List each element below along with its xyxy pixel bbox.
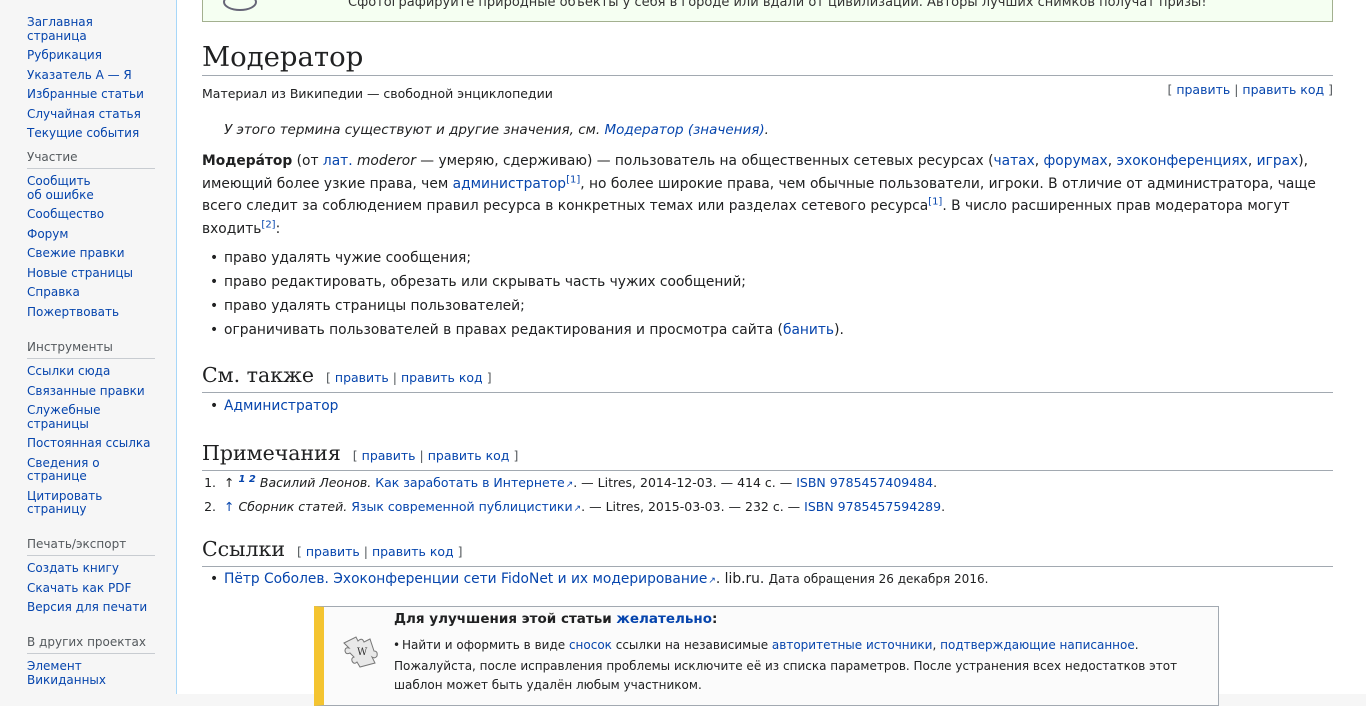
notice-text: Пожалуйста, после исправления проблемы и… bbox=[394, 659, 1178, 692]
list-item: ограничивать пользователей в правах реда… bbox=[202, 318, 844, 342]
edit-source-link[interactable]: править код bbox=[401, 370, 483, 385]
sidebar-item-what-links-here[interactable]: Ссылки сюда bbox=[27, 364, 155, 379]
edit-link[interactable]: править bbox=[1176, 82, 1230, 97]
sidebar-item-report-error[interactable]: Сообщить об ошибке bbox=[27, 174, 107, 202]
list-item: Пётр Соболев. Эхоконференции сети FidoNe… bbox=[202, 569, 988, 591]
site-notice: Сфотографируйте природные объекты у себя… bbox=[202, 0, 1333, 22]
puzzle-icon: W bbox=[343, 636, 378, 668]
administrator-link[interactable]: администратор bbox=[453, 176, 566, 192]
chats-link[interactable]: чатах bbox=[993, 153, 1034, 169]
ref-link[interactable]: [1] bbox=[928, 196, 942, 207]
games-link[interactable]: играх bbox=[1257, 153, 1299, 169]
reference-item: 1. ↑ 1 2 Василий Леонов. Как заработать в… bbox=[202, 472, 945, 496]
external-link[interactable]: Пётр Соболев. Эхоконференции сети FidoNe… bbox=[224, 571, 716, 587]
sidebar-item-featured[interactable]: Избранные статьи bbox=[27, 87, 155, 102]
sidebar-item-wikidata[interactable]: Элемент Викиданных bbox=[27, 659, 107, 687]
section-heading-links: Ссылки[ править | править код ] bbox=[202, 536, 1333, 567]
ref-link[interactable]: [2] bbox=[261, 219, 275, 230]
rights-list: право удалять чужие сообщения; право ред… bbox=[202, 246, 844, 342]
reference-item: 2. ↑ Сборник статей. Язык современной пуб… bbox=[202, 496, 945, 520]
portal-projects: В других проектах Элемент Викиданных bbox=[27, 635, 155, 693]
hatnote: У этого термина существуют и другие знач… bbox=[224, 122, 769, 138]
lead-term: Модера́тор bbox=[202, 153, 293, 169]
edit-source-link[interactable]: править код bbox=[1242, 82, 1324, 97]
portal-heading: Печать/экспорт bbox=[27, 537, 155, 556]
sidebar-item-page-info[interactable]: Сведения о странице bbox=[27, 456, 107, 484]
sidebar-item-main-page[interactable]: Заглавная страница bbox=[27, 15, 155, 43]
edit-source-link[interactable]: править код bbox=[372, 544, 454, 559]
disambiguation-link[interactable]: Модератор (значения) bbox=[604, 122, 764, 138]
external-link[interactable]: Как заработать в Интернете bbox=[375, 475, 573, 490]
svg-text:W: W bbox=[357, 647, 368, 658]
portal-heading: В других проектах bbox=[27, 635, 155, 654]
isbn-link[interactable]: ISBN 9785457594289 bbox=[804, 499, 941, 514]
ban-link[interactable]: банить bbox=[783, 322, 834, 338]
page-title: Модератор bbox=[202, 41, 1333, 76]
title-edit-links: [ править | править код ] bbox=[1167, 82, 1333, 97]
sidebar-item-related-changes[interactable]: Связанные правки bbox=[27, 384, 155, 399]
ref-link[interactable]: [1] bbox=[566, 174, 580, 185]
forums-link[interactable]: форумах bbox=[1044, 153, 1108, 169]
section-heading-notes: Примечания[ править | править код ] bbox=[202, 440, 1333, 471]
section-heading-see-also: См. также[ править | править код ] bbox=[202, 362, 1333, 393]
content: Сфотографируйте природные объекты у себя… bbox=[176, 0, 1366, 706]
sidebar-item-permanent-link[interactable]: Постоянная ссылка bbox=[27, 436, 155, 451]
camera-icon bbox=[223, 0, 257, 11]
sidebar-item-create-book[interactable]: Создать книгу bbox=[27, 561, 155, 576]
lead-paragraph: Модера́тор (от лат. moderor — умеряю, сд… bbox=[202, 153, 1316, 237]
external-link[interactable]: Язык современной публицистики bbox=[351, 499, 581, 514]
list-item: право удалять страницы пользователей; bbox=[202, 294, 844, 318]
sidebar-item-recent-changes[interactable]: Свежие правки bbox=[27, 246, 155, 261]
echoconference-link[interactable]: эхоконференциях bbox=[1117, 153, 1248, 169]
portal-participation: Участие Сообщить об ошибке Сообщество Фо… bbox=[27, 150, 155, 325]
notice-item: Найти и оформить в виде сносок ссылки на… bbox=[393, 638, 1139, 652]
sidebar-item-printable[interactable]: Версия для печати bbox=[27, 600, 155, 615]
notice-title: Для улучшения этой статьи желательно: bbox=[394, 611, 718, 627]
references-list: 1. ↑ 1 2 Василий Леонов. Как заработать в… bbox=[202, 472, 945, 520]
backref-link[interactable]: ↑ bbox=[224, 499, 234, 514]
edit-link[interactable]: править bbox=[335, 370, 389, 385]
improvement-notice: W Для улучшения этой статьи желательно: … bbox=[314, 606, 1219, 706]
portal-heading: Инструменты bbox=[27, 340, 155, 359]
reliable-sources-link[interactable]: авторитетные источники bbox=[772, 638, 933, 652]
edit-link[interactable]: править bbox=[362, 448, 416, 463]
portal-tools: Инструменты Ссылки сюда Связанные правки… bbox=[27, 340, 155, 523]
tagline: Материал из Википедии — свободной энцикл… bbox=[202, 86, 553, 101]
list-item: право удалять чужие сообщения; bbox=[202, 246, 844, 270]
sidebar-item-new-pages[interactable]: Новые страницы bbox=[27, 266, 155, 281]
sidebar-item-forum[interactable]: Форум bbox=[27, 227, 155, 242]
sidebar-item-special-pages[interactable]: Служебные страницы bbox=[27, 403, 107, 431]
verifiability-link[interactable]: подтверждающие написанное bbox=[940, 638, 1135, 652]
sidebar-item-categories[interactable]: Рубрикация bbox=[27, 48, 155, 63]
external-links-list: Пётр Соболев. Эхоконференции сети FidoNe… bbox=[202, 569, 988, 591]
desirable-link[interactable]: желательно bbox=[616, 611, 712, 627]
sidebar-item-community[interactable]: Сообщество bbox=[27, 207, 155, 222]
portal-navigation: Заглавная страница Рубрикация Указатель … bbox=[27, 15, 155, 147]
see-also-link[interactable]: Администратор bbox=[224, 398, 338, 414]
sidebar-item-download-pdf[interactable]: Скачать как PDF bbox=[27, 581, 155, 596]
list-item: Администратор bbox=[202, 396, 338, 416]
sidebar-item-donate[interactable]: Пожертвовать bbox=[27, 305, 155, 320]
sidebar: Заглавная страница Рубрикация Указатель … bbox=[0, 0, 176, 694]
sidebar-item-cite[interactable]: Цитировать страницу bbox=[27, 489, 107, 517]
portal-heading: Участие bbox=[27, 150, 155, 169]
footnotes-link[interactable]: сносок bbox=[569, 638, 612, 652]
latin-link[interactable]: лат. bbox=[323, 153, 353, 169]
sidebar-item-random[interactable]: Случайная статья bbox=[27, 107, 155, 122]
site-notice-text: Сфотографируйте природные объекты у себя… bbox=[348, 0, 1207, 10]
see-also-list: Администратор bbox=[202, 396, 338, 416]
list-item: право редактировать, обрезать или скрыва… bbox=[202, 270, 844, 294]
edit-source-link[interactable]: править код bbox=[428, 448, 510, 463]
sidebar-item-current-events[interactable]: Текущие события bbox=[27, 126, 155, 141]
isbn-link[interactable]: ISBN 9785457409484 bbox=[796, 475, 933, 490]
sidebar-item-index[interactable]: Указатель А — Я bbox=[27, 68, 155, 83]
backref-link[interactable]: 1 bbox=[238, 474, 245, 485]
edit-link[interactable]: править bbox=[306, 544, 360, 559]
portal-print: Печать/экспорт Создать книгу Скачать как… bbox=[27, 537, 155, 621]
sidebar-item-help[interactable]: Справка bbox=[27, 285, 155, 300]
backref-link[interactable]: 2 bbox=[249, 474, 256, 485]
